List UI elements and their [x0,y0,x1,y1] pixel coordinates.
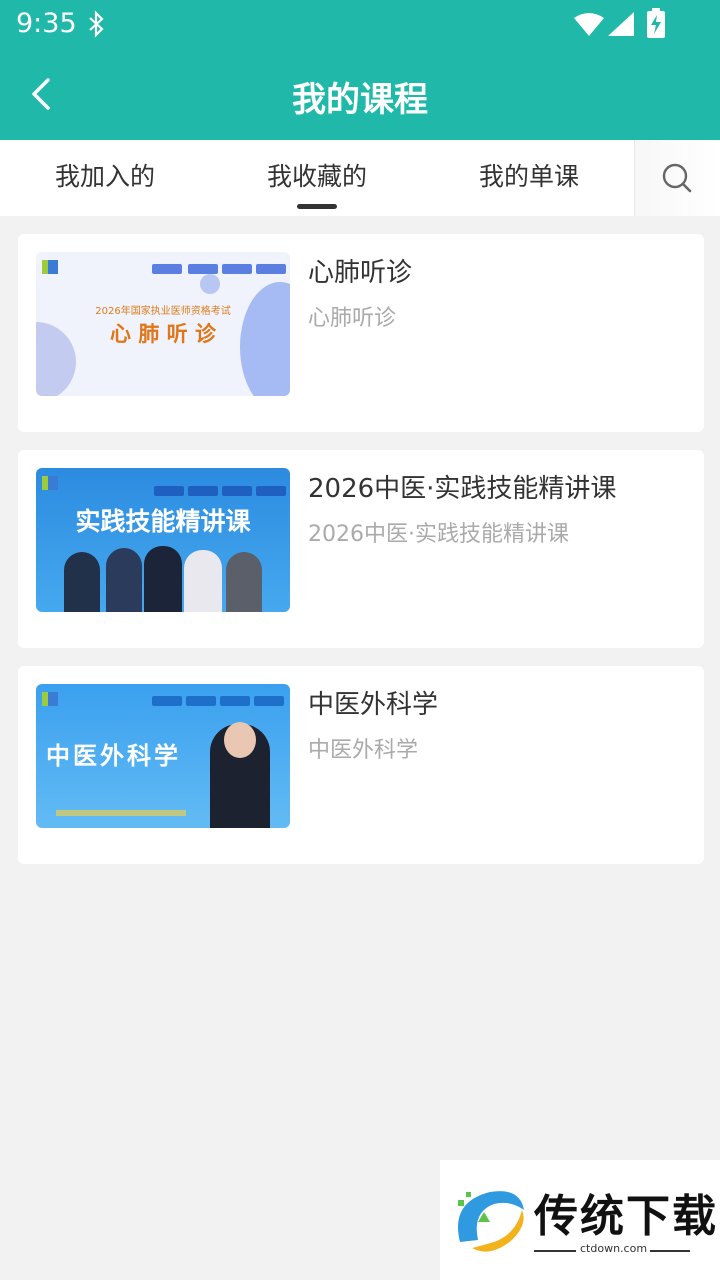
bluetooth-icon [89,10,104,38]
search-icon [662,163,692,193]
thumbnail-title: 中医外科学 [46,741,181,770]
active-tab-indicator [297,204,337,209]
status-bar: 9:35 [0,0,720,50]
watermark-divider [650,1250,690,1252]
tab-bar: 我加入的 我收藏的 我的单课 [0,140,720,216]
wifi-icon [574,13,604,36]
site-watermark: 传统下载 ctdown.com [440,1160,720,1280]
course-card[interactable]: 中医外科学 中医外科学 中医外科学 [18,666,704,864]
brand-logo [42,692,58,706]
signal-icon [608,12,634,36]
course-card[interactable]: 2026年国家执业医师资格考试 心 肺 听 诊 心肺听诊 心肺听诊 [18,234,704,432]
thumbnail-title: 实践技能精讲课 [75,507,251,536]
watermark-logo-icon [458,1191,524,1252]
thumbnail-title: 心 肺 听 诊 [110,321,216,346]
course-title: 中医外科学 [308,690,439,720]
thumbnail-heading: 2026年国家执业医师资格考试 [95,306,231,317]
course-subtitle: 心肺听诊 [308,306,397,331]
page-title: 我的课程 [292,80,428,120]
course-subtitle: 2026中医·实践技能精讲课 [308,522,569,547]
brand-logo [42,260,58,274]
tab-single-courses[interactable]: 我的单课 [424,140,634,216]
battery-charging-icon [647,8,665,38]
course-thumbnail: 中医外科学 [36,684,290,828]
status-time: 9:35 [16,8,77,39]
course-thumbnail: 2026年国家执业医师资格考试 心 肺 听 诊 [36,252,290,396]
course-title: 2026中医·实践技能精讲课 [308,474,617,504]
search-button[interactable] [634,140,720,216]
watermark-url: ctdown.com [580,1242,648,1255]
course-title: 心肺听诊 [308,258,413,288]
course-subtitle: 中医外科学 [308,738,419,763]
tab-joined[interactable]: 我加入的 [0,140,210,216]
course-card[interactable]: 实践技能精讲课 2026中医·实践技能精讲课 2026中医·实践技能精讲课 [18,450,704,648]
watermark-name: 传统下载 [534,1191,718,1242]
watermark-divider [534,1250,576,1252]
app-header: 9:35 我的课程 [0,0,720,140]
brand-logo [42,476,58,490]
course-thumbnail: 实践技能精讲课 [36,468,290,612]
